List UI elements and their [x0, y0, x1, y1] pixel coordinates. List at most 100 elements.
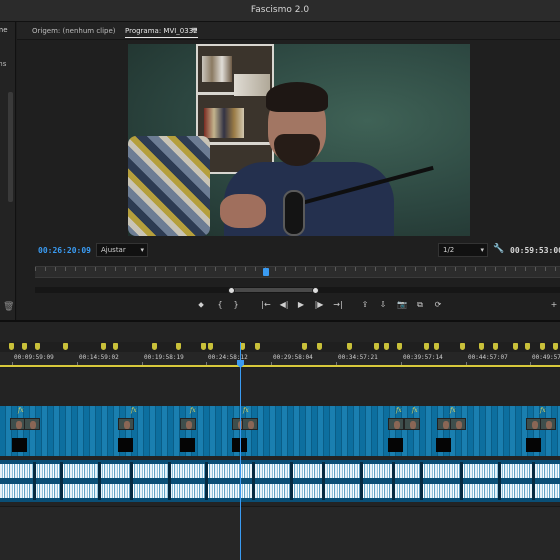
- add-marker-icon[interactable]: ⬥: [195, 300, 207, 310]
- comparison-view-icon[interactable]: ⧉: [414, 300, 426, 310]
- audio-waveform: [0, 464, 560, 478]
- clip-thumbnail[interactable]: [450, 418, 466, 430]
- monitor-playhead[interactable]: [263, 268, 269, 276]
- black-clip[interactable]: [118, 438, 133, 452]
- step-back-icon[interactable]: ◀|: [278, 300, 290, 310]
- timeline-marker[interactable]: [22, 343, 27, 350]
- fx-badge[interactable]: fx: [131, 407, 137, 414]
- fx-badge[interactable]: fx: [540, 407, 546, 414]
- clip-thumbnail[interactable]: [242, 418, 258, 430]
- empty-track[interactable]: [0, 506, 560, 560]
- mark-out-icon[interactable]: }: [230, 300, 242, 310]
- timeline-marker[interactable]: [540, 343, 545, 350]
- export-frame-icon[interactable]: 📷: [396, 300, 408, 310]
- fx-badge[interactable]: fx: [412, 407, 418, 414]
- marker-row: [0, 342, 560, 352]
- lift-icon[interactable]: ⇪: [359, 300, 371, 310]
- fx-badge[interactable]: fx: [450, 407, 456, 414]
- zoom-handle-left[interactable]: [228, 287, 235, 294]
- monitor-time-ruler[interactable]: [35, 266, 560, 278]
- timeline-marker[interactable]: [553, 343, 558, 350]
- patterned-chair: [128, 136, 210, 236]
- timeline-marker[interactable]: [525, 343, 530, 350]
- timeline-tracks: fx fx fx fx fx fx fx fx: [0, 368, 560, 560]
- program-monitor: Origem: (nenhum clipe) Programa: MVI_033…: [17, 22, 560, 320]
- time-label: 00:29:58:04: [273, 354, 313, 361]
- step-forward-icon[interactable]: |▶: [313, 300, 325, 310]
- current-timecode[interactable]: 00:26:20:09: [38, 246, 91, 255]
- black-clip[interactable]: [388, 438, 403, 452]
- play-icon[interactable]: ▶: [295, 300, 307, 310]
- project-panel-scrollbar[interactable]: [8, 92, 13, 202]
- timeline-marker[interactable]: [152, 343, 157, 350]
- panel-menu-icon[interactable]: ≡: [191, 25, 198, 34]
- timeline-marker[interactable]: [9, 343, 14, 350]
- timeline-ruler[interactable]: 00:09:59:09 00:14:59:02 00:19:58:19 00:24:5…: [0, 352, 560, 366]
- timeline-marker[interactable]: [302, 343, 307, 350]
- extract-icon[interactable]: ⇩: [377, 300, 389, 310]
- timeline-marker[interactable]: [513, 343, 518, 350]
- audio-track[interactable]: [0, 460, 560, 502]
- timeline-marker[interactable]: [208, 343, 213, 350]
- add-button[interactable]: +: [548, 300, 560, 310]
- timeline-marker[interactable]: [255, 343, 260, 350]
- clip-thumbnail[interactable]: [388, 418, 404, 430]
- timeline-playhead-line[interactable]: [240, 342, 241, 560]
- timeline-marker[interactable]: [397, 343, 402, 350]
- project-panel-label: ens: [0, 60, 7, 68]
- timeline-marker[interactable]: [347, 343, 352, 350]
- fx-badge[interactable]: fx: [396, 407, 402, 414]
- timeline-marker[interactable]: [317, 343, 322, 350]
- fit-select[interactable]: Ajustar ▾: [96, 243, 148, 257]
- black-clip[interactable]: [436, 438, 451, 452]
- audio-cut: [360, 462, 363, 500]
- clip-thumbnail[interactable]: [180, 418, 196, 430]
- wrench-icon[interactable]: 🔧: [493, 244, 504, 254]
- resolution-select[interactable]: 1/2 ▾: [438, 243, 488, 257]
- timeline-marker[interactable]: [493, 343, 498, 350]
- audio-cut: [498, 462, 501, 500]
- loop-icon[interactable]: ⟳: [432, 300, 444, 310]
- fx-badge[interactable]: fx: [190, 407, 196, 414]
- work-area-bar[interactable]: [0, 365, 560, 367]
- zoom-handle-right[interactable]: [312, 287, 319, 294]
- clip-thumbnail[interactable]: [24, 418, 40, 430]
- monitor-zoom-thumb[interactable]: [231, 288, 317, 292]
- timeline-marker[interactable]: [374, 343, 379, 350]
- go-to-in-icon[interactable]: |←: [260, 300, 272, 310]
- audio-cut: [60, 462, 63, 500]
- timeline-marker[interactable]: [424, 343, 429, 350]
- black-clip[interactable]: [526, 438, 541, 452]
- timeline-marker[interactable]: [113, 343, 118, 350]
- fx-badge[interactable]: fx: [18, 407, 24, 414]
- fx-badge[interactable]: fx: [243, 407, 249, 414]
- clip-thumbnail[interactable]: [404, 418, 420, 430]
- trash-icon[interactable]: 🗑: [3, 302, 14, 312]
- timeline-marker[interactable]: [35, 343, 40, 350]
- audio-cut: [168, 462, 171, 500]
- resolution-select-value: 1/2: [443, 246, 455, 254]
- video-track[interactable]: fx fx fx fx fx fx fx fx: [0, 406, 560, 456]
- black-clip[interactable]: [12, 438, 27, 452]
- tab-source-monitor[interactable]: Origem: (nenhum clipe): [32, 27, 116, 35]
- time-label: 00:09:59:09: [14, 354, 54, 361]
- project-tab-label[interactable]: nme: [0, 26, 8, 34]
- audio-cut: [532, 462, 535, 500]
- timeline-marker[interactable]: [479, 343, 484, 350]
- time-label: 00:34:57:21: [338, 354, 378, 361]
- timeline-marker[interactable]: [176, 343, 181, 350]
- clip-thumbnail[interactable]: [118, 418, 134, 430]
- audio-cut: [252, 462, 255, 500]
- timeline-marker[interactable]: [101, 343, 106, 350]
- black-clip[interactable]: [180, 438, 195, 452]
- timeline-marker[interactable]: [63, 343, 68, 350]
- timeline-marker[interactable]: [460, 343, 465, 350]
- tab-program-monitor[interactable]: Programa: MVI_0332: [125, 27, 198, 38]
- timeline-marker[interactable]: [434, 343, 439, 350]
- clip-thumbnail[interactable]: [540, 418, 556, 430]
- time-label: 00:14:59:02: [79, 354, 119, 361]
- timeline-marker[interactable]: [201, 343, 206, 350]
- mark-in-icon[interactable]: {: [214, 300, 226, 310]
- timeline-marker[interactable]: [384, 343, 389, 350]
- go-to-out-icon[interactable]: →|: [332, 300, 344, 310]
